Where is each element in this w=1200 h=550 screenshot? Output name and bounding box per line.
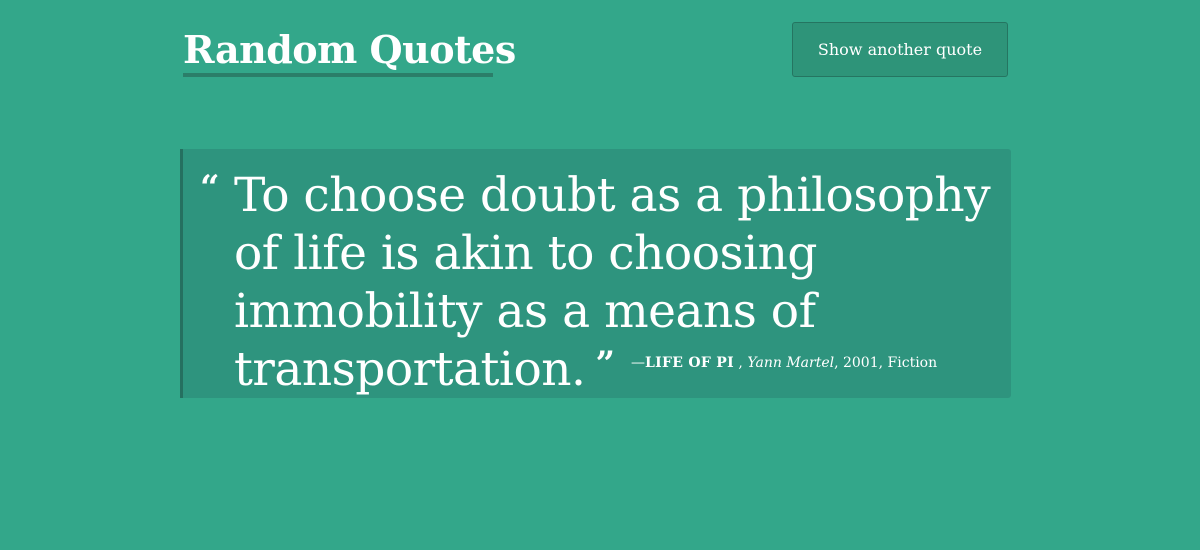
quote-source: LIFE OF PI	[645, 355, 734, 371]
attribution-separator-1: ,	[733, 355, 748, 371]
open-quote-icon: “	[200, 168, 220, 208]
close-quote-icon: ”	[595, 344, 615, 384]
quote-tag: Fiction	[887, 355, 938, 371]
attribution-separator-2: ,	[834, 355, 843, 371]
show-another-quote-button[interactable]: Show another quote	[792, 22, 1008, 77]
quote-year: 2001	[842, 355, 879, 371]
page-container: Random Quotes Show another quote “ To ch…	[180, 0, 1011, 550]
quote-box: “ To choose doubt as a philosophy of lif…	[180, 149, 1011, 398]
attribution-dash: —	[631, 355, 645, 371]
quote-author: Yann Martel	[747, 355, 835, 371]
attribution-separator-3: ,	[878, 355, 888, 371]
page-title: Random Quotes	[183, 27, 516, 72]
quote-attribution: —LIFE OF PI , Yann Martel, 2001, Fiction	[631, 353, 937, 373]
title-underline	[183, 73, 493, 77]
